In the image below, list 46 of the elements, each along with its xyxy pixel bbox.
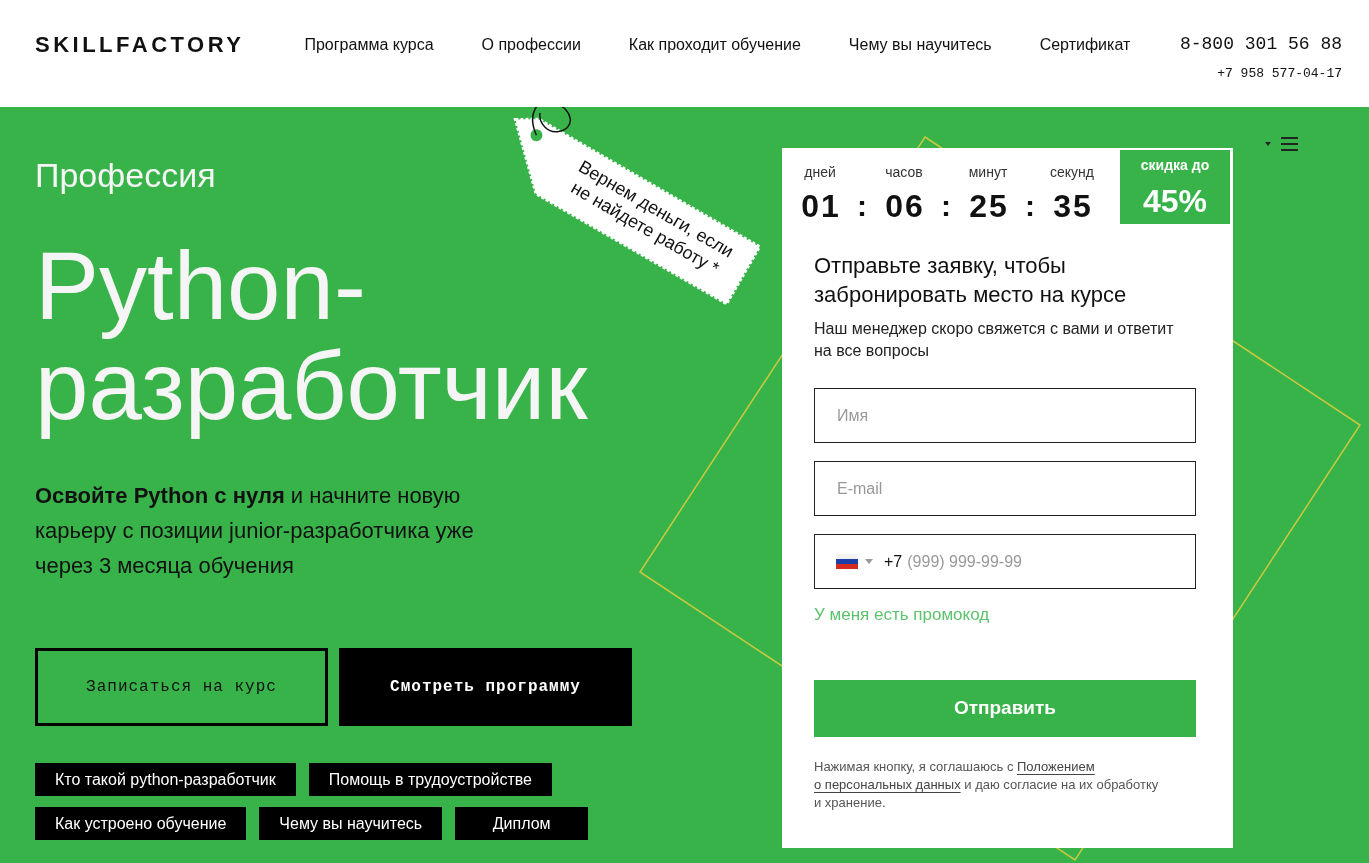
course-description: Освойте Python с нуля и начните новую карьеру с позиции junior-разработчика уже через 3 месяца обучения: [35, 482, 475, 580]
section-link[interactable]: Диплом: [455, 807, 589, 840]
phone-prefix: +7: [884, 551, 903, 572]
profession-label: Профессия: [35, 155, 216, 195]
discount-value: 45%: [1142, 183, 1207, 219]
input-field[interactable]: E-mail: [814, 461, 1196, 516]
timer-value: 25: [968, 188, 1009, 224]
policy-link[interactable]: Положением: [1017, 759, 1095, 774]
russian-flag-icon: [836, 554, 858, 569]
phone-number[interactable]: 8-800 301 56 88: [1179, 33, 1342, 55]
menu-button[interactable]: [1265, 136, 1298, 152]
timer-colon: :: [1024, 188, 1036, 224]
timer-unit-label: минут: [968, 163, 1008, 181]
section-link[interactable]: Помощь в трудоустройстве: [308, 763, 552, 796]
timer-value: 06: [884, 188, 925, 224]
logo[interactable]: SKILLFACTORY: [35, 33, 245, 57]
policy-link[interactable]: о персональных данных: [814, 777, 961, 792]
enroll-button[interactable]: Записаться на курс: [35, 648, 328, 726]
section-link[interactable]: Чему вы научитесь: [259, 807, 443, 840]
nav-link[interactable]: Чему вы научитесь: [848, 35, 992, 55]
caret-icon: [865, 559, 873, 564]
discount-label: скидка до: [1140, 156, 1210, 174]
nav-link[interactable]: Сертификат: [1039, 35, 1131, 55]
program-button[interactable]: Смотреть программу: [339, 648, 632, 726]
timer-value: 35: [1052, 188, 1093, 224]
section-link[interactable]: Как устроено обучение: [35, 807, 247, 840]
phone-input[interactable]: (999) 999-99-99: [907, 546, 1195, 577]
timer-unit-label: часов: [885, 163, 923, 181]
nav-link[interactable]: Программа курса: [304, 35, 434, 55]
nav-link[interactable]: О профессии: [481, 35, 581, 55]
form-subtitle: Наш менеджер скоро свяжется с вами и ответит на все вопросы: [814, 319, 1175, 361]
menu-icon: [1281, 137, 1298, 151]
consent-text: Нажимая кнопку, я соглашаюсь с Положением о персональных данных и даю согласие на их обработку и хранение.: [814, 758, 1160, 812]
timer-colon: :: [940, 188, 952, 224]
timer-unit-label: секунд: [1050, 163, 1094, 181]
input-field[interactable]: Имя: [814, 388, 1196, 443]
phone-field[interactable]: +7 (999) 999-99-99: [814, 534, 1196, 589]
timer-colon: :: [856, 188, 868, 224]
country-select[interactable]: [836, 554, 873, 569]
phone-number[interactable]: +7 958 577-04-17: [1217, 66, 1342, 82]
section-link[interactable]: Кто такой python-разработчик: [35, 763, 296, 796]
caret-icon: [1265, 142, 1271, 146]
nav-link[interactable]: Как проходит обучение: [628, 35, 801, 55]
timer-value: 01: [800, 188, 841, 224]
form-title: Отправьте заявку, чтобы забронировать место на курсе: [814, 252, 1128, 309]
timer-unit-label: дней: [804, 163, 836, 181]
